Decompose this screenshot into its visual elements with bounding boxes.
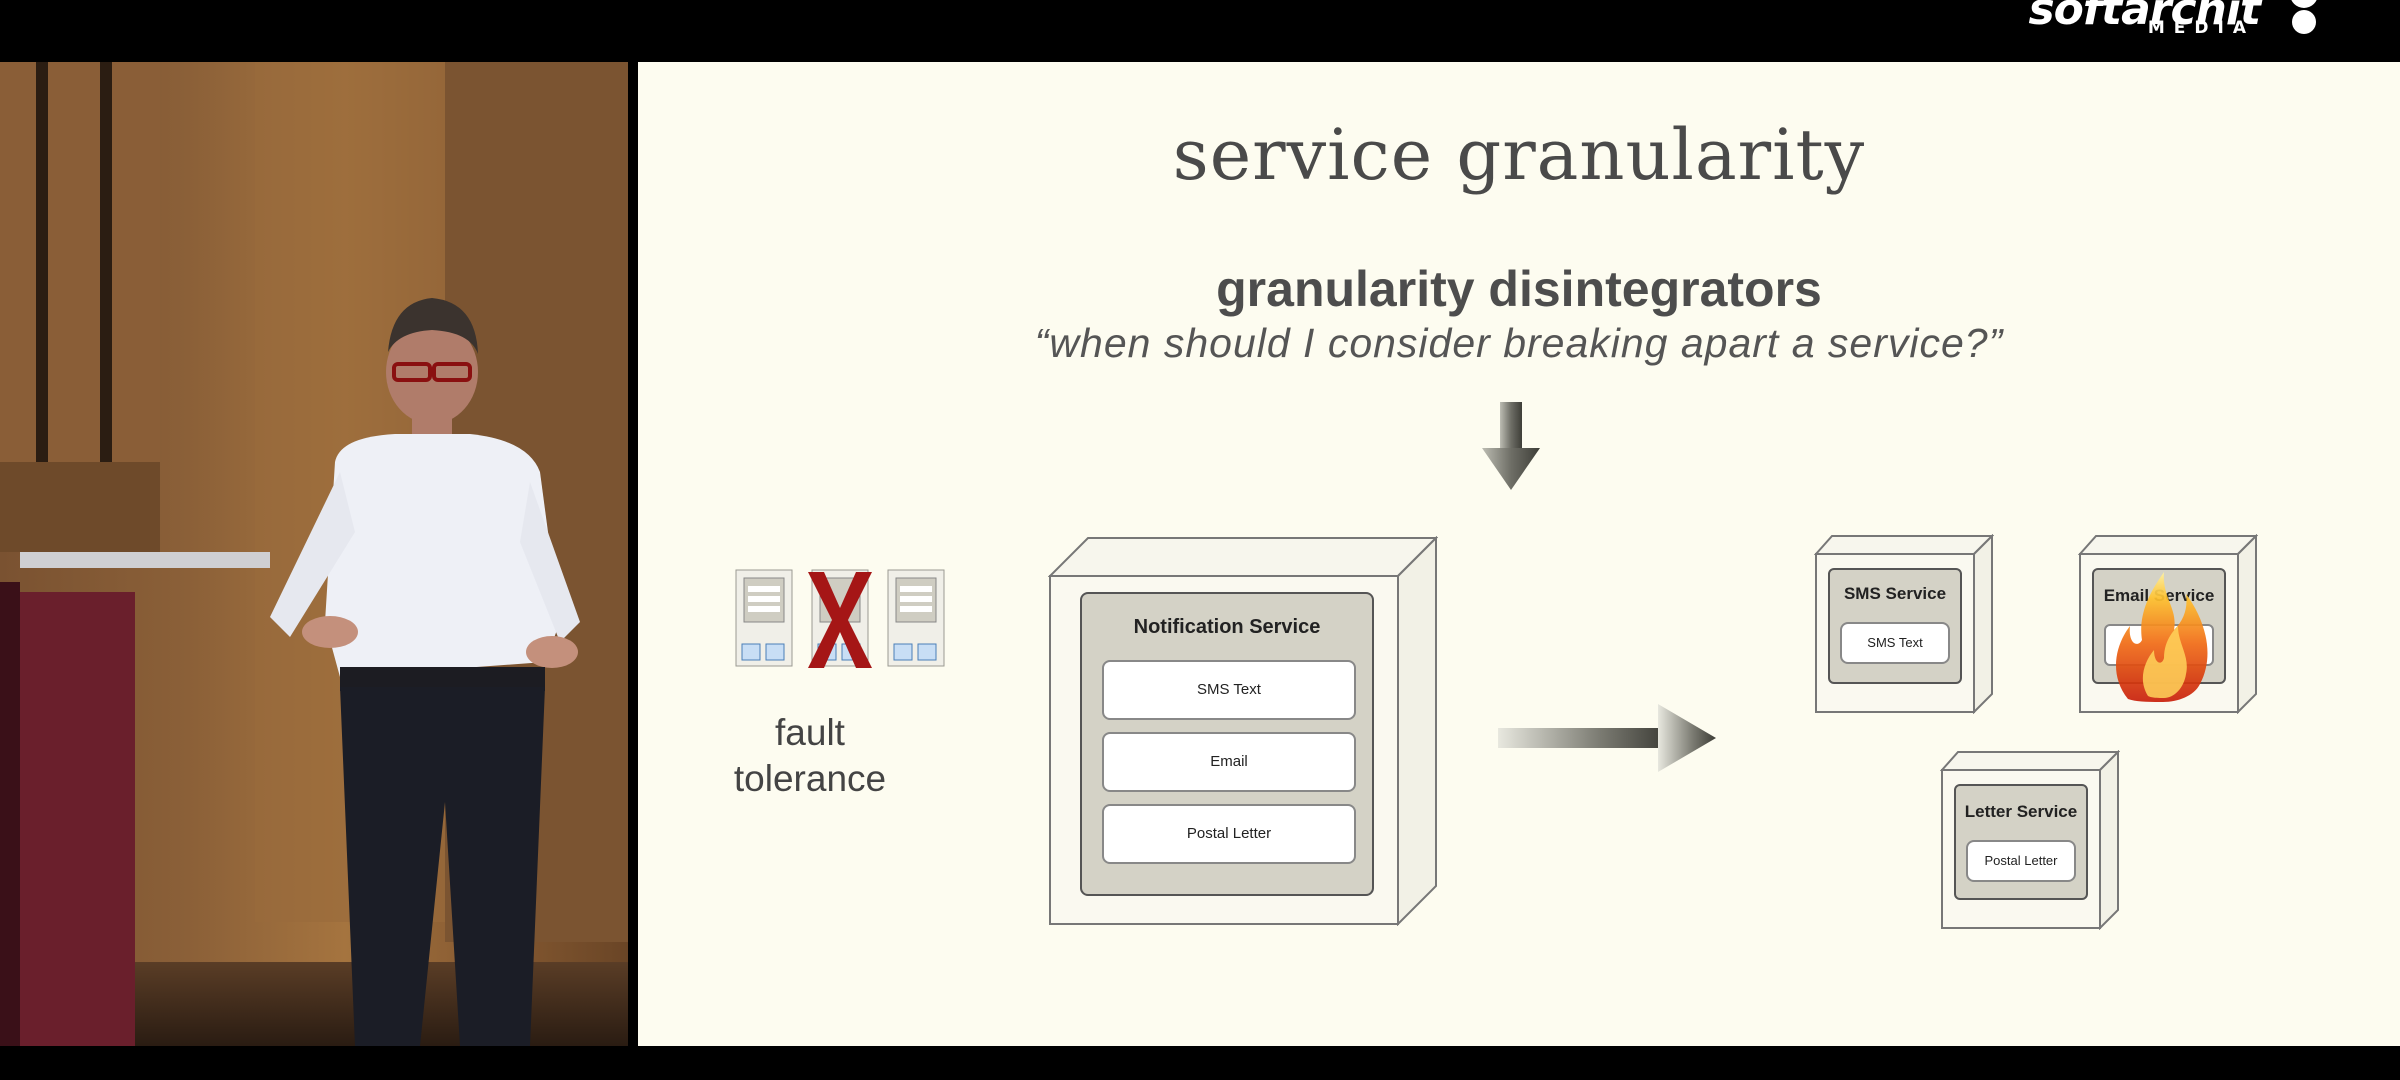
letter-service-item: Postal Letter	[1966, 840, 2076, 882]
presentation-slide: service granularity granularity disinteg…	[638, 62, 2400, 1046]
sms-service-item: SMS Text	[1840, 622, 1950, 664]
sms-service-title: SMS Service	[1843, 584, 1947, 603]
speaker-video-frame	[0, 62, 628, 1046]
notification-item-email: Email	[1102, 732, 1356, 792]
top-bar: softarchit MEDIA	[0, 0, 2400, 62]
notification-service-box: Notification Service SMS Text Email Post…	[1048, 536, 1438, 926]
down-arrow-icon	[1482, 402, 1540, 490]
fault-label-line1: fault	[775, 712, 845, 753]
logo-subtitle: MEDIA	[2147, 18, 2255, 38]
sms-service-box: SMS Service SMS Text	[1814, 534, 1994, 714]
right-arrow-icon	[1498, 704, 1716, 772]
fault-label-line2: tolerance	[733, 758, 887, 799]
notification-inner-panel: Notification Service SMS Text Email Post…	[1080, 592, 1374, 896]
letter-service-box: Letter Service Postal Letter	[1940, 750, 2120, 930]
slide-title: service granularity	[1172, 114, 1866, 196]
brand-logo: softarchit MEDIA	[1990, 0, 2330, 40]
notification-item-sms: SMS Text	[1102, 660, 1356, 720]
email-service-box: Email Service	[2078, 534, 2258, 714]
fire-icon	[2115, 572, 2208, 702]
letter-inner-panel: Letter Service Postal Letter	[1954, 784, 2088, 900]
slide-subtitle: granularity disintegrators	[1216, 261, 1822, 317]
notification-service-title: Notification Service	[1133, 616, 1321, 638]
notification-item-postal: Postal Letter	[1102, 804, 1356, 864]
sms-inner-panel: SMS Service SMS Text	[1828, 568, 1962, 684]
slide-question: “when should I consider breaking apart a…	[1034, 320, 2004, 366]
letter-service-title: Letter Service	[1964, 802, 2078, 821]
fault-tolerance-label: fault tolerance	[720, 710, 900, 802]
microservices-failure-icon	[735, 569, 945, 668]
speaker-video	[0, 62, 628, 1046]
bottom-bar	[0, 1046, 2400, 1080]
logo-mark-icon	[2291, 0, 2317, 34]
